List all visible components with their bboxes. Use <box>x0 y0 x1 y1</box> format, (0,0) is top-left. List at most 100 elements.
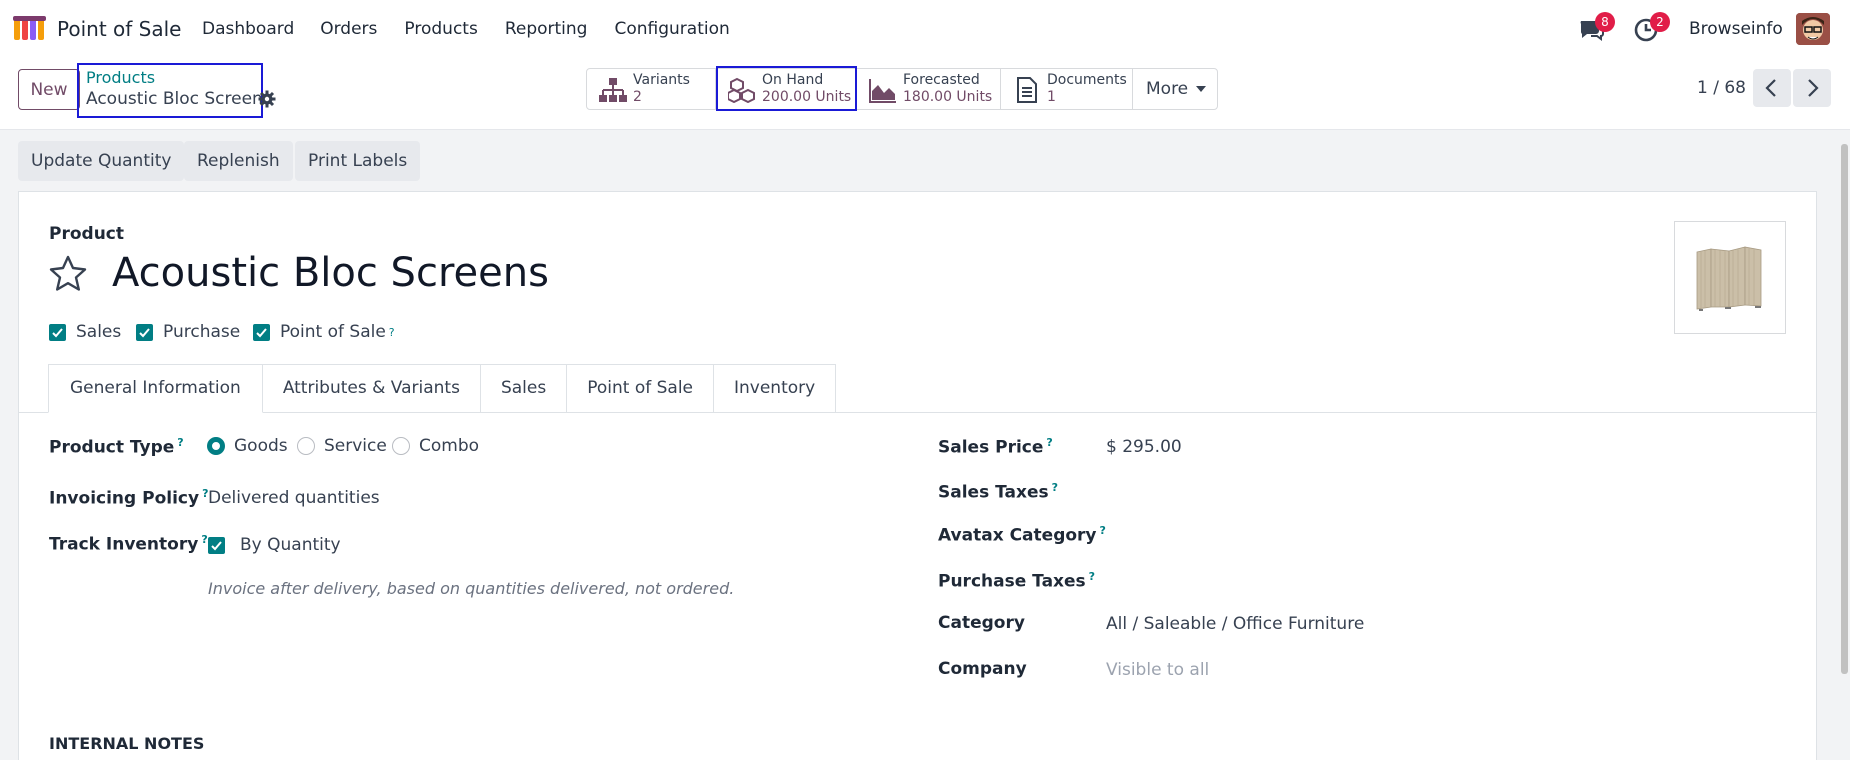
category-label: Category <box>938 613 1025 633</box>
variants-button[interactable]: Variants 2 <box>587 69 716 109</box>
smart-buttons: Variants 2 On Hand 200.00 Units Forecast… <box>586 68 1218 110</box>
user-name[interactable]: Browseinfo <box>1689 19 1783 39</box>
purchase-taxes-label: Purchase Taxes? <box>938 570 1096 592</box>
tab-general-information[interactable]: General Information <box>48 364 263 413</box>
track-inventory-checkbox[interactable]: By Quantity <box>208 535 341 555</box>
avatax-category-label: Avatax Category? <box>938 524 1106 546</box>
pager-next-button[interactable] <box>1793 69 1831 107</box>
radio-selected <box>207 437 225 455</box>
on-hand-button[interactable]: On Hand 200.00 Units <box>716 69 857 109</box>
product-photo <box>1696 246 1762 311</box>
menu-dashboard[interactable]: Dashboard <box>202 19 294 39</box>
radio-service[interactable]: Service <box>297 436 387 456</box>
scrollbar-thumb[interactable] <box>1841 144 1848 674</box>
track-inventory-value[interactable]: By Quantity <box>240 535 341 555</box>
chevron-left-icon <box>1765 79 1776 97</box>
tab-inventory[interactable]: Inventory <box>714 364 837 413</box>
on-hand-value: 200.00 Units <box>762 89 852 105</box>
category-value[interactable]: All / Saleable / Office Furniture <box>1106 614 1364 634</box>
purchase-checkbox-label: Purchase <box>163 322 241 342</box>
print-labels-button[interactable]: Print Labels <box>295 141 421 181</box>
variants-value: 2 <box>633 89 642 105</box>
help-tooltip[interactable]: ? <box>1052 481 1058 494</box>
help-tooltip[interactable]: ? <box>389 326 395 339</box>
chevron-right-icon <box>1808 79 1819 97</box>
menu-orders[interactable]: Orders <box>320 19 377 39</box>
document-icon <box>1017 77 1037 103</box>
help-tooltip[interactable]: ? <box>1046 436 1052 449</box>
sales-taxes-label: Sales Taxes? <box>938 481 1058 503</box>
more-label: More <box>1146 79 1189 99</box>
radio-goods[interactable]: Goods <box>207 436 288 456</box>
main-menu: Dashboard Orders Products Reporting Conf… <box>202 19 757 39</box>
track-inventory-label: Track Inventory? <box>49 533 208 555</box>
internal-notes-heading: INTERNAL NOTES <box>49 734 205 753</box>
menu-configuration[interactable]: Configuration <box>614 19 729 39</box>
checkbox-checked <box>49 323 66 341</box>
checkbox-checked <box>253 323 270 341</box>
help-tooltip[interactable]: ? <box>177 436 183 449</box>
menu-products[interactable]: Products <box>404 19 477 39</box>
new-button[interactable]: New <box>18 69 80 110</box>
cubes-icon <box>728 77 755 103</box>
app-logo-icon[interactable] <box>13 16 47 40</box>
more-dropdown[interactable]: More <box>1133 69 1217 109</box>
point-of-sale-checkbox[interactable]: Point of Sale ? <box>253 322 395 342</box>
invoicing-policy-value[interactable]: Delivered quantities <box>208 488 380 508</box>
company-label: Company <box>938 659 1027 679</box>
caret-down-icon <box>1196 86 1207 92</box>
documents-value: 1 <box>1047 89 1056 105</box>
pager-value[interactable]: 1 / 68 <box>1697 78 1746 98</box>
product-section-label: Product <box>49 224 124 244</box>
help-tooltip[interactable]: ? <box>1100 524 1106 537</box>
product-image[interactable] <box>1674 221 1786 334</box>
sales-price-label: Sales Price? <box>938 436 1053 458</box>
control-panel: New Products Acoustic Bloc Screens Varia… <box>0 58 1850 130</box>
forecasted-label: Forecasted <box>903 72 980 88</box>
app-name[interactable]: Point of Sale <box>57 17 181 41</box>
pager-previous-button[interactable] <box>1753 69 1791 107</box>
top-navbar: Point of Sale Dashboard Orders Products … <box>0 0 1850 58</box>
scrollbar[interactable] <box>1839 130 1850 760</box>
update-quantity-button[interactable]: Update Quantity <box>18 141 185 181</box>
sales-checkbox-label: Sales <box>76 322 122 342</box>
documents-button[interactable]: Documents 1 <box>1001 69 1133 109</box>
documents-label: Documents <box>1047 72 1127 88</box>
product-title[interactable]: Acoustic Bloc Screens <box>112 250 549 296</box>
product-type-label: Product Type? <box>49 436 184 458</box>
company-value[interactable]: Visible to all <box>1106 660 1209 680</box>
variants-label: Variants <box>633 72 690 88</box>
help-tooltip[interactable]: ? <box>201 533 207 546</box>
on-hand-label: On Hand <box>762 72 824 88</box>
point-of-sale-checkbox-label: Point of Sale <box>280 322 386 342</box>
sales-checkbox[interactable]: Sales <box>49 322 121 342</box>
star-icon[interactable] <box>48 254 88 294</box>
purchase-checkbox[interactable]: Purchase <box>136 322 240 342</box>
radio-unselected <box>392 437 410 455</box>
invoice-note: Invoice after delivery, based on quantit… <box>208 579 735 598</box>
checkbox-checked <box>136 323 153 341</box>
menu-reporting[interactable]: Reporting <box>505 19 588 39</box>
messages-badge: 8 <box>1595 12 1615 32</box>
help-tooltip[interactable]: ? <box>1089 570 1095 583</box>
avatar[interactable] <box>1796 13 1830 45</box>
radio-unselected <box>297 437 315 455</box>
tab-attributes-variants[interactable]: Attributes & Variants <box>262 364 481 413</box>
invoicing-policy-label: Invoicing Policy? <box>49 487 209 509</box>
forecasted-button[interactable]: Forecasted 180.00 Units <box>857 69 1001 109</box>
gear-icon[interactable] <box>258 90 276 108</box>
radio-combo[interactable]: Combo <box>392 436 479 456</box>
tab-sales[interactable]: Sales <box>480 364 568 413</box>
breadcrumb-parent[interactable]: Products <box>86 68 155 87</box>
forecasted-value: 180.00 Units <box>903 89 993 105</box>
sales-price-value[interactable]: $ 295.00 <box>1106 437 1182 457</box>
breadcrumb-current: Acoustic Bloc Screens <box>86 89 272 109</box>
radio-service-label: Service <box>324 436 387 456</box>
tab-point-of-sale[interactable]: Point of Sale <box>567 364 714 413</box>
replenish-button[interactable]: Replenish <box>184 141 293 181</box>
notebook-tabs: General Information Attributes & Variant… <box>48 364 837 413</box>
radio-goods-label: Goods <box>234 436 288 456</box>
area-chart-icon <box>869 79 896 103</box>
activities-badge: 2 <box>1650 12 1670 32</box>
hierarchy-icon <box>599 78 627 102</box>
